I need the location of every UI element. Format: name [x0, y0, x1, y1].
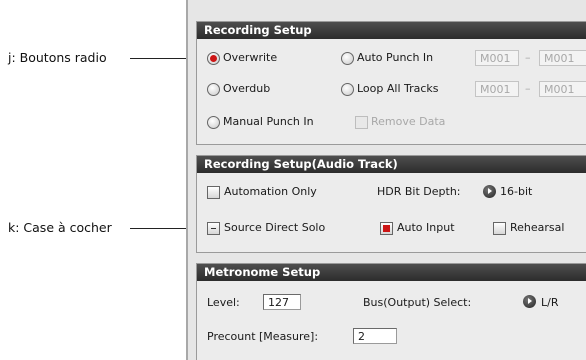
- recording-setup-header: Recording Setup: [197, 22, 586, 39]
- source-direct-solo-checkbox[interactable]: [207, 222, 220, 235]
- auto-input-label[interactable]: Auto Input: [397, 221, 455, 235]
- radio-buttons-callout: j: Boutons radio: [8, 50, 107, 65]
- hdr-bit-depth-popup-icon[interactable]: [483, 185, 496, 198]
- source-direct-solo-label[interactable]: Source Direct Solo: [224, 221, 325, 235]
- loop-all-tracks-radio[interactable]: [341, 83, 354, 96]
- bus-output-popup-icon[interactable]: [523, 295, 536, 308]
- loop-to-field: M001: [539, 81, 586, 97]
- loop-range-sep: –: [525, 82, 531, 95]
- remove-data-checkbox: [355, 116, 368, 129]
- bus-output-select-label: Bus(Output) Select:: [363, 296, 472, 309]
- metronome-setup-section: Metronome Setup Level: 127 Bus(Output) S…: [196, 263, 586, 360]
- automation-only-checkbox[interactable]: [207, 186, 220, 199]
- level-field[interactable]: 127: [263, 294, 301, 310]
- audio-track-setup-section: Recording Setup(Audio Track) Automation …: [196, 155, 586, 253]
- rehearsal-label[interactable]: Rehearsal: [510, 221, 564, 235]
- overdub-radio[interactable]: [207, 83, 220, 96]
- remove-data-label: Remove Data: [371, 115, 446, 128]
- hdr-bit-depth-value: 16-bit: [500, 185, 533, 198]
- auto-punch-in-radio[interactable]: [341, 52, 354, 65]
- metronome-setup-header: Metronome Setup: [197, 264, 586, 281]
- level-label: Level:: [207, 296, 240, 309]
- manual-punch-in-label[interactable]: Manual Punch In: [223, 115, 314, 129]
- checkbox-callout: k: Case à cocher: [8, 220, 112, 235]
- audio-track-setup-header: Recording Setup(Audio Track): [197, 156, 586, 173]
- loop-from-field: M001: [475, 81, 519, 97]
- auto-punch-range-sep: –: [525, 51, 531, 64]
- settings-panel: Recording Setup Overwrite Auto Punch In …: [186, 0, 586, 360]
- loop-all-tracks-label[interactable]: Loop All Tracks: [357, 82, 439, 96]
- overwrite-radio[interactable]: [207, 52, 220, 65]
- auto-punch-to-field: M001: [539, 50, 586, 66]
- auto-input-checkbox[interactable]: [380, 222, 393, 235]
- manual-punch-in-radio[interactable]: [207, 116, 220, 129]
- overwrite-label[interactable]: Overwrite: [223, 51, 277, 65]
- auto-punch-in-label[interactable]: Auto Punch In: [357, 51, 433, 65]
- bus-output-value: L/R: [541, 296, 559, 309]
- hdr-bit-depth-label: HDR Bit Depth:: [377, 185, 461, 198]
- automation-only-label[interactable]: Automation Only: [224, 185, 317, 199]
- overdub-label[interactable]: Overdub: [223, 82, 270, 96]
- precount-label: Precount [Measure]:: [207, 330, 319, 343]
- rehearsal-checkbox[interactable]: [493, 222, 506, 235]
- recording-setup-section: Recording Setup Overwrite Auto Punch In …: [196, 21, 586, 145]
- precount-field[interactable]: 2: [353, 328, 397, 344]
- auto-punch-from-field: M001: [475, 50, 519, 66]
